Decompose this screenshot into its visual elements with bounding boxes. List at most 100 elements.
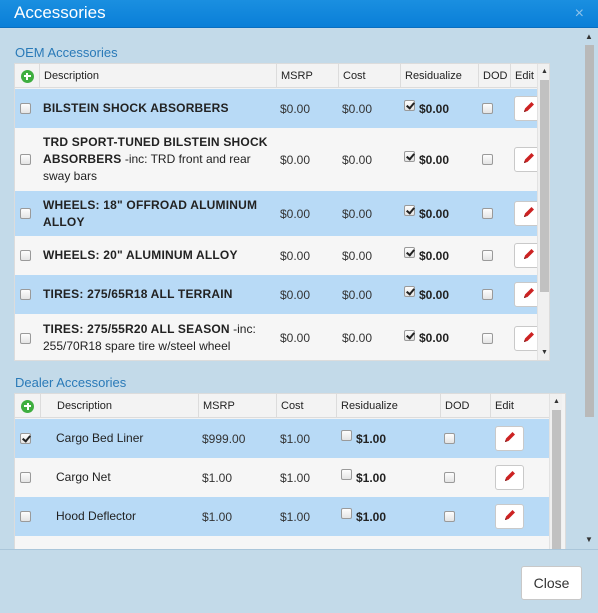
scroll-down-icon[interactable]: ▼ bbox=[583, 534, 595, 546]
pencil-icon bbox=[503, 430, 517, 447]
oem-add-cell bbox=[15, 64, 40, 88]
oem-description-cell: TIRES: 275/65R18 ALL TERRAIN bbox=[43, 275, 275, 314]
dealer-header-description[interactable]: Description bbox=[41, 394, 199, 418]
residual-value: $0.00 bbox=[419, 331, 450, 345]
dealer-header-residualize[interactable]: Residualize bbox=[337, 394, 441, 418]
dealer-description-cell: Cargo Bed Liner bbox=[56, 431, 144, 445]
oem-header-residualize[interactable]: Residualize bbox=[401, 64, 479, 88]
oem-table-row[interactable]: TRD SPORT-TUNED BILSTEIN SHOCK ABSORBERS… bbox=[15, 128, 543, 191]
close-icon[interactable]: × bbox=[575, 4, 584, 24]
dealer-header-msrp[interactable]: MSRP bbox=[199, 394, 277, 418]
oem-msrp-cell: $0.00 bbox=[280, 331, 311, 345]
scroll-up-icon[interactable]: ▲ bbox=[583, 31, 595, 43]
oem-grid-scrollbar[interactable]: ▲ ▼ bbox=[537, 64, 549, 360]
row-select-checkbox[interactable] bbox=[20, 511, 31, 522]
dialog-footer: Close bbox=[0, 549, 598, 613]
oem-dod-cell bbox=[482, 89, 493, 128]
pencil-icon bbox=[522, 100, 536, 117]
dialog-scroll-thumb[interactable] bbox=[585, 45, 594, 417]
dod-checkbox[interactable] bbox=[482, 154, 493, 165]
edit-button[interactable] bbox=[495, 504, 524, 529]
residualize-checkbox[interactable] bbox=[404, 329, 415, 341]
residual-value: $1.00 bbox=[356, 470, 387, 485]
dealer-description-cell: Hood Deflector bbox=[56, 509, 137, 523]
dealer-table-row[interactable]: Cargo Bed Liner $999.00 $1.00 $1.00 bbox=[15, 419, 549, 458]
oem-header-cost[interactable]: Cost bbox=[339, 64, 401, 88]
dialog-scrollbar[interactable]: ▲ ▼ bbox=[583, 29, 595, 549]
oem-table-row[interactable]: TIRES: 275/55R20 ALL SEASON -inc: 255/70… bbox=[15, 314, 543, 360]
row-select-checkbox[interactable] bbox=[20, 208, 31, 219]
dialog-title-bar: Accessories × bbox=[0, 0, 598, 28]
dod-checkbox[interactable] bbox=[444, 511, 455, 522]
dod-checkbox[interactable] bbox=[482, 208, 493, 219]
add-dealer-accessory-icon[interactable] bbox=[21, 399, 34, 413]
oem-header-description[interactable]: Description bbox=[40, 64, 277, 88]
dod-checkbox[interactable] bbox=[444, 472, 455, 483]
close-button[interactable]: Close bbox=[521, 566, 582, 600]
residualize-checkbox[interactable] bbox=[341, 430, 352, 441]
dialog-title: Accessories bbox=[14, 3, 106, 22]
dealer-grid-scrollbar[interactable]: ▲ bbox=[549, 394, 562, 549]
dod-checkbox[interactable] bbox=[482, 289, 493, 300]
dealer-cost-cell: $1.00 bbox=[280, 431, 311, 446]
oem-msrp-cell: $0.00 bbox=[280, 248, 311, 263]
row-select-checkbox[interactable] bbox=[20, 289, 31, 300]
dealer-table-row[interactable]: Cargo Net $1.00 $1.00 $1.00 bbox=[15, 458, 549, 497]
residualize-checkbox[interactable] bbox=[404, 286, 415, 297]
oem-description-cell: BILSTEIN SHOCK ABSORBERS bbox=[43, 89, 275, 128]
residualize-checkbox[interactable] bbox=[404, 247, 415, 258]
dealer-header-dod[interactable]: DOD bbox=[441, 394, 491, 418]
oem-grid-header: Description MSRP Cost Residualize DOD Ed… bbox=[15, 64, 537, 88]
residualize-checkbox[interactable] bbox=[341, 469, 352, 480]
oem-accessory-title: WHEELS: 20" ALUMINUM ALLOY bbox=[43, 248, 238, 262]
row-select-checkbox[interactable] bbox=[20, 154, 31, 165]
oem-table-row[interactable]: TIRES: 275/65R18 ALL TERRAIN $0.00 $0.00 $0… bbox=[15, 275, 543, 314]
dealer-section-title: Dealer Accessories bbox=[15, 375, 127, 390]
dealer-header-cost[interactable]: Cost bbox=[277, 394, 337, 418]
dealer-edit-cell bbox=[495, 458, 524, 497]
oem-header-msrp[interactable]: MSRP bbox=[277, 64, 339, 88]
row-select-checkbox[interactable] bbox=[20, 332, 31, 344]
oem-table-row[interactable]: BILSTEIN SHOCK ABSORBERS $0.00 $0.00 $0.00 bbox=[15, 89, 543, 128]
dod-checkbox[interactable] bbox=[482, 103, 493, 114]
oem-scroll-thumb[interactable] bbox=[540, 80, 549, 292]
oem-msrp-cell: $0.00 bbox=[280, 152, 311, 167]
residualize-checkbox[interactable] bbox=[404, 151, 415, 162]
oem-table-row[interactable]: WHEELS: 20" ALUMINUM ALLOY $0.00 $0.00 $0.0… bbox=[15, 236, 543, 275]
add-oem-accessory-icon[interactable] bbox=[20, 69, 34, 83]
pencil-icon bbox=[522, 330, 536, 347]
row-select-checkbox[interactable] bbox=[20, 103, 31, 114]
scroll-down-icon[interactable]: ▼ bbox=[538, 347, 549, 359]
dealer-residualize-cell: $1.00 bbox=[341, 497, 386, 536]
dealer-scroll-thumb[interactable] bbox=[552, 410, 561, 549]
edit-button[interactable] bbox=[495, 426, 524, 451]
residualize-checkbox[interactable] bbox=[404, 100, 415, 111]
row-select-checkbox[interactable] bbox=[20, 433, 31, 444]
oem-description-cell: TRD SPORT-TUNED BILSTEIN SHOCK ABSORBERS… bbox=[43, 128, 275, 191]
oem-dod-cell bbox=[482, 128, 493, 191]
scroll-up-icon[interactable]: ▲ bbox=[538, 66, 549, 78]
residualize-checkbox[interactable] bbox=[404, 205, 415, 216]
dealer-msrp-cell: $1.00 bbox=[202, 509, 233, 524]
edit-button[interactable] bbox=[495, 465, 524, 490]
pencil-icon bbox=[522, 247, 536, 264]
pencil-icon bbox=[522, 151, 536, 168]
dod-checkbox[interactable] bbox=[444, 433, 455, 444]
row-select-checkbox[interactable] bbox=[20, 250, 31, 261]
dealer-residualize-cell: $1.00 bbox=[341, 419, 386, 458]
residualize-checkbox[interactable] bbox=[341, 508, 352, 519]
row-select-cell bbox=[20, 191, 36, 236]
oem-table-row[interactable]: WHEELS: 18" OFFROAD ALUMINUM ALLOY $0.00 $… bbox=[15, 191, 543, 236]
dod-checkbox[interactable] bbox=[482, 332, 493, 344]
row-select-cell bbox=[20, 275, 36, 314]
row-select-checkbox[interactable] bbox=[20, 472, 31, 483]
dealer-table-row[interactable]: Hood Deflector $1.00 $1.00 $1.00 bbox=[15, 497, 549, 536]
oem-description-cell: TIRES: 275/55R20 ALL SEASON -inc: 255/70… bbox=[43, 314, 275, 360]
row-select-cell bbox=[20, 419, 31, 458]
oem-header-dod[interactable]: DOD bbox=[479, 64, 511, 88]
oem-accessory-title: TIRES: 275/55R20 ALL SEASON bbox=[43, 322, 230, 336]
oem-residualize-cell: $0.00 bbox=[404, 191, 449, 236]
dod-checkbox[interactable] bbox=[482, 250, 493, 261]
scroll-up-icon[interactable]: ▲ bbox=[550, 396, 563, 408]
oem-description-cell: WHEELS: 18" OFFROAD ALUMINUM ALLOY bbox=[43, 191, 275, 236]
